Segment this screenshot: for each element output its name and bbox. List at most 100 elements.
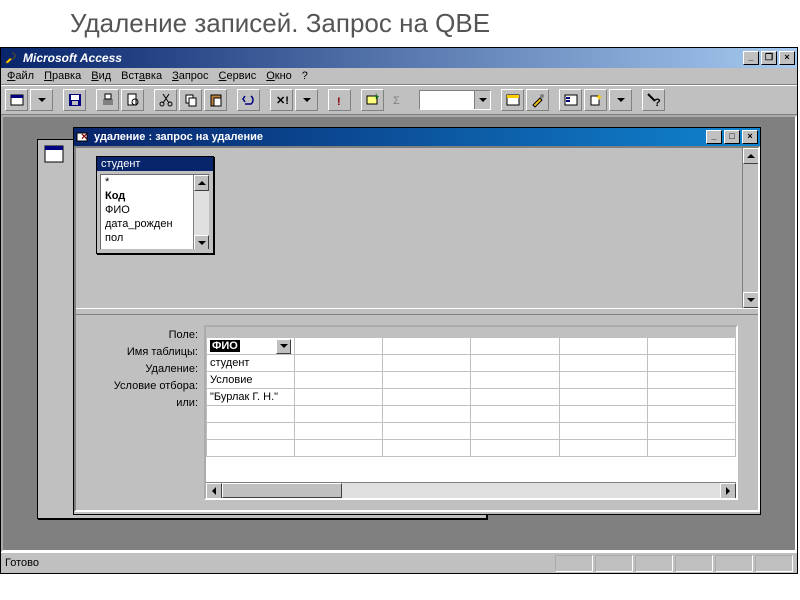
grid-cell[interactable] xyxy=(559,440,647,457)
properties-button[interactable] xyxy=(501,89,524,111)
copy-button[interactable] xyxy=(179,89,202,111)
grid-cell[interactable] xyxy=(383,389,471,406)
field-list[interactable]: * Код ФИО дата_рожден пол xyxy=(100,174,210,250)
grid-cell[interactable] xyxy=(559,372,647,389)
grid-horizontal-scrollbar[interactable] xyxy=(206,482,736,498)
grid-cell[interactable] xyxy=(471,372,559,389)
grid-cell[interactable] xyxy=(647,440,735,457)
grid-cell[interactable] xyxy=(559,406,647,423)
table-field-list[interactable]: студент * Код ФИО дата_рожден пол xyxy=(96,156,214,254)
maximize-button[interactable]: ❐ xyxy=(761,51,777,65)
menu-edit[interactable]: Правка xyxy=(44,70,81,82)
close-button[interactable]: × xyxy=(779,51,795,65)
design-minimize-button[interactable]: _ xyxy=(706,130,722,144)
grid-cell[interactable] xyxy=(207,423,295,440)
grid-cell[interactable] xyxy=(647,389,735,406)
grid-cell[interactable] xyxy=(295,389,383,406)
menu-view[interactable]: Вид xyxy=(91,70,111,82)
grid-cell[interactable] xyxy=(295,338,383,355)
field-list-scrollbar[interactable] xyxy=(193,175,209,249)
database-window-button[interactable] xyxy=(559,89,582,111)
menu-insert[interactable]: Вставка xyxy=(121,70,162,82)
menu-window[interactable]: Окно xyxy=(266,70,292,82)
grid-cell[interactable] xyxy=(383,440,471,457)
query-type-dropdown-button[interactable] xyxy=(295,89,318,111)
grid-cell[interactable] xyxy=(383,406,471,423)
save-button[interactable] xyxy=(63,89,86,111)
grid-cell[interactable] xyxy=(471,338,559,355)
grid-cell-field[interactable]: ФИО xyxy=(207,338,295,355)
grid-cell[interactable] xyxy=(471,406,559,423)
scroll-right-button[interactable] xyxy=(720,483,736,499)
new-object-dropdown-button[interactable] xyxy=(609,89,632,111)
menu-query[interactable]: Запрос xyxy=(172,70,208,82)
slide-title: Удаление записей. Запрос на QBE xyxy=(0,0,800,47)
undo-button[interactable] xyxy=(237,89,260,111)
grid-cell[interactable] xyxy=(295,355,383,372)
menu-service[interactable]: Сервис xyxy=(219,70,257,82)
grid-cell-delete[interactable]: Условие xyxy=(207,372,295,389)
combo-dropdown-icon[interactable] xyxy=(474,91,490,109)
top-values-combo[interactable] xyxy=(419,90,491,110)
grid-cell[interactable] xyxy=(559,389,647,406)
grid-cell[interactable] xyxy=(559,338,647,355)
grid-cell[interactable] xyxy=(647,372,735,389)
access-app-window: Microsoft Access _ ❐ × Файл Правка Вид В… xyxy=(0,47,798,574)
build-button[interactable] xyxy=(526,89,549,111)
grid-cell[interactable] xyxy=(383,372,471,389)
menu-file[interactable]: Файл xyxy=(7,70,34,82)
grid-cell[interactable] xyxy=(471,355,559,372)
scroll-down-button[interactable] xyxy=(194,235,209,250)
show-table-button[interactable]: + xyxy=(361,89,384,111)
label-criteria: Условие отбора: xyxy=(76,378,204,395)
print-button[interactable] xyxy=(96,89,119,111)
grid-cell-or[interactable] xyxy=(207,406,295,423)
tables-pane[interactable]: студент * Код ФИО дата_рожден пол xyxy=(76,148,758,308)
pane-splitter[interactable] xyxy=(76,308,758,315)
design-maximize-button[interactable]: □ xyxy=(724,130,740,144)
scroll-thumb[interactable] xyxy=(222,483,342,498)
scroll-left-button[interactable] xyxy=(206,483,222,499)
totals-button[interactable]: Σ xyxy=(386,89,409,111)
design-close-button[interactable]: × xyxy=(742,130,758,144)
grid-cell[interactable] xyxy=(647,338,735,355)
cell-dropdown-button[interactable] xyxy=(276,339,291,354)
minimize-button[interactable]: _ xyxy=(743,51,759,65)
cut-button[interactable] xyxy=(154,89,177,111)
grid-cell[interactable] xyxy=(295,372,383,389)
print-preview-button[interactable] xyxy=(121,89,144,111)
scroll-down-button[interactable] xyxy=(743,292,758,308)
tables-pane-scrollbar[interactable] xyxy=(742,148,758,308)
grid-cell[interactable] xyxy=(471,389,559,406)
grid-cell[interactable] xyxy=(295,440,383,457)
label-or: или: xyxy=(76,395,204,412)
run-button[interactable]: ! xyxy=(328,89,351,111)
new-object-button[interactable] xyxy=(584,89,607,111)
grid-cell-criteria[interactable]: "Бурлак Г. Н." xyxy=(207,389,295,406)
table-field-list-header[interactable]: студент xyxy=(97,157,213,171)
grid-cell[interactable] xyxy=(647,355,735,372)
menu-help[interactable]: ? xyxy=(302,70,308,82)
grid-cell[interactable] xyxy=(471,423,559,440)
qbe-grid[interactable]: ФИО студент Условие xyxy=(204,325,738,500)
help-button[interactable]: ? xyxy=(642,89,665,111)
scroll-up-button[interactable] xyxy=(743,148,758,164)
grid-cell[interactable] xyxy=(383,338,471,355)
grid-cell[interactable] xyxy=(383,423,471,440)
grid-cell[interactable] xyxy=(471,440,559,457)
grid-cell-table[interactable]: студент xyxy=(207,355,295,372)
scroll-up-button[interactable] xyxy=(194,175,209,191)
grid-cell[interactable] xyxy=(295,423,383,440)
grid-cell[interactable] xyxy=(647,423,735,440)
database-window-icon xyxy=(44,144,66,166)
grid-cell[interactable] xyxy=(647,406,735,423)
grid-cell[interactable] xyxy=(383,355,471,372)
grid-cell[interactable] xyxy=(207,440,295,457)
grid-cell[interactable] xyxy=(559,355,647,372)
view-dropdown-button[interactable] xyxy=(30,89,53,111)
grid-cell[interactable] xyxy=(295,406,383,423)
query-type-button[interactable]: ✕! xyxy=(270,89,293,111)
view-button[interactable] xyxy=(5,89,28,111)
paste-button[interactable] xyxy=(204,89,227,111)
grid-cell[interactable] xyxy=(559,423,647,440)
